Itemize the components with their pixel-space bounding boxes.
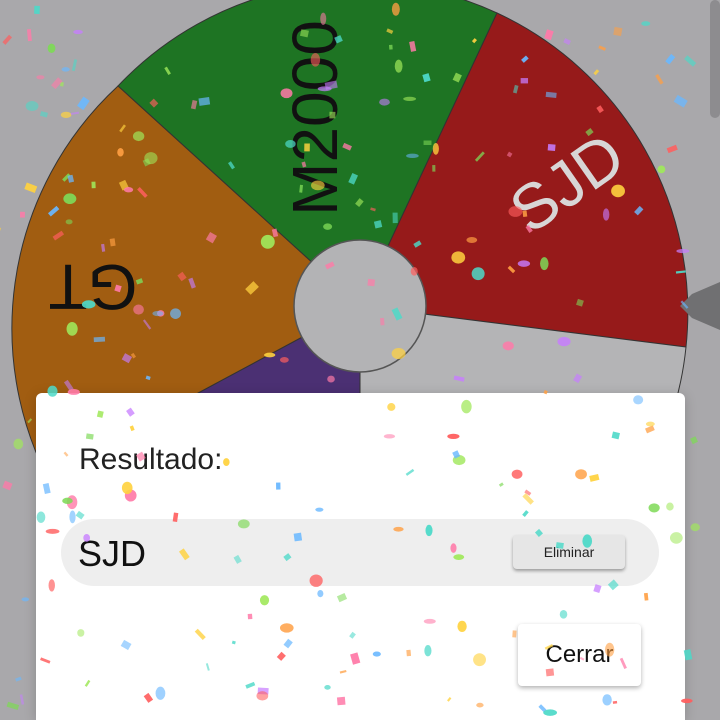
scrollbar-thumb[interactable] — [710, 0, 720, 118]
result-dialog: Resultado: SJD Eliminar Cerrar — [36, 393, 685, 720]
dialog-title: Resultado: — [79, 443, 223, 476]
segment-label-gt: GT — [49, 251, 138, 323]
wheel-hub[interactable] — [293, 239, 427, 373]
page-scrollbar[interactable] — [706, 0, 720, 720]
result-value: SJD — [78, 533, 147, 574]
spin-wheel-screen: M2000 SJD GT Resultado: SJD Eliminar Cer… — [0, 0, 720, 720]
segment-label-m2000: M2000 — [279, 20, 351, 216]
remove-button[interactable]: Eliminar — [513, 535, 625, 569]
close-button[interactable]: Cerrar — [518, 624, 641, 686]
result-row: SJD Eliminar — [61, 519, 659, 586]
